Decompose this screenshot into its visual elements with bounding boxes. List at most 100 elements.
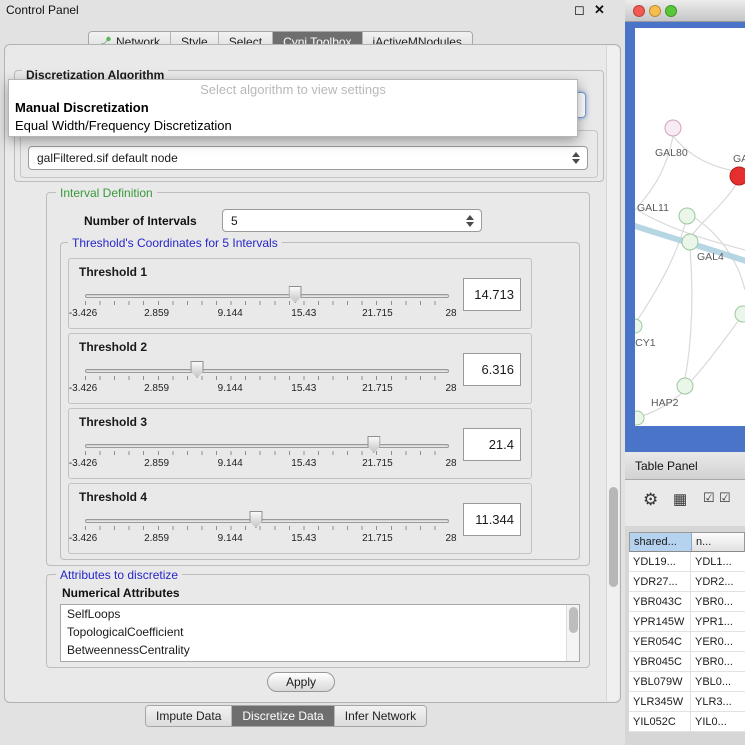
network-canvas[interactable]: GAL80 GA GAL11 GAL4 GCY1 HAP2 xyxy=(635,28,745,426)
threshold-4-label: Threshold 4 xyxy=(79,490,147,504)
column-header-name[interactable]: n... xyxy=(692,533,744,551)
network-view-frame: GAL80 GA GAL11 GAL4 GCY1 HAP2 xyxy=(625,22,745,452)
table-row[interactable]: YBL079WYBL0... xyxy=(629,672,745,692)
number-of-intervals-value: 5 xyxy=(231,214,238,228)
threshold-4-value-field[interactable]: 11.344 xyxy=(463,503,521,536)
table-cell[interactable]: YER054C xyxy=(629,632,691,651)
table-cell[interactable]: YIL0... xyxy=(691,712,745,731)
select-all-checkbox-icon[interactable]: ☑ xyxy=(703,490,715,506)
scale-label: 21.715 xyxy=(362,308,393,319)
threshold-1-slider[interactable] xyxy=(83,285,451,305)
scale-label: 2.859 xyxy=(144,533,169,544)
table-cell[interactable]: YIL052C xyxy=(629,712,691,731)
table-cell[interactable]: YPR145W xyxy=(629,612,691,631)
threshold-4-slider[interactable] xyxy=(83,510,451,530)
network-node[interactable] xyxy=(677,378,693,394)
scale-label: 9.144 xyxy=(218,458,243,469)
table-cell[interactable]: YDR27... xyxy=(629,572,691,591)
slider-ticks xyxy=(85,301,449,305)
threshold-2-slider[interactable] xyxy=(83,360,451,380)
gear-icon[interactable]: ⚙ xyxy=(643,490,658,510)
network-node[interactable] xyxy=(665,120,681,136)
table-cell[interactable]: YPR1... xyxy=(691,612,745,631)
close-panel-icon[interactable]: ✕ xyxy=(594,2,605,18)
window-minimize-icon[interactable] xyxy=(649,5,661,17)
table-cell[interactable]: YBR043C xyxy=(629,592,691,611)
tab-label: Impute Data xyxy=(156,709,221,723)
window-zoom-icon[interactable] xyxy=(665,5,677,17)
table-row[interactable]: YER054CYER0... xyxy=(629,632,745,652)
select-visible-checkbox-icon[interactable]: ☑ xyxy=(719,490,731,506)
network-node[interactable] xyxy=(735,306,745,322)
control-panel: Control Panel ◻ ✕ Network Style Select C… xyxy=(0,0,625,745)
list-item[interactable]: BetweennessCentrality xyxy=(61,641,579,659)
columns-icon[interactable]: ▦ xyxy=(673,490,687,508)
scale-label: -3.426 xyxy=(69,533,97,544)
network-node[interactable] xyxy=(635,411,644,425)
numerical-attributes-label: Numerical Attributes xyxy=(62,586,180,600)
threshold-2-value-field[interactable]: 6.316 xyxy=(463,353,521,386)
table-cell[interactable]: YBR0... xyxy=(691,592,745,611)
threshold-1-value-field[interactable]: 14.713 xyxy=(463,278,521,311)
table-data-combobox[interactable]: galFiltered.sif default node xyxy=(28,146,588,170)
table-row[interactable]: YDR27...YDR2... xyxy=(629,572,745,592)
table-row[interactable]: YBR045CYBR0... xyxy=(629,652,745,672)
network-node[interactable] xyxy=(635,319,642,333)
apply-button[interactable]: Apply xyxy=(267,672,335,692)
scale-label: 28 xyxy=(445,458,456,469)
table-cell[interactable]: YLR345W xyxy=(629,692,691,711)
tab-discretize-data[interactable]: Discretize Data xyxy=(232,706,334,726)
table-row[interactable]: YBR043CYBR0... xyxy=(629,592,745,612)
table-cell[interactable]: YBR0... xyxy=(691,652,745,671)
panel-scrollbar-thumb[interactable] xyxy=(609,487,618,587)
table-cell[interactable]: YBL0... xyxy=(691,672,745,691)
table-row[interactable]: YPR145WYPR1... xyxy=(629,612,745,632)
table-row[interactable]: YDL19...YDL1... xyxy=(629,552,745,572)
slider-ticks xyxy=(85,376,449,380)
network-window-titlebar xyxy=(625,0,745,22)
table-cell[interactable]: YER0... xyxy=(691,632,745,651)
threshold-3-slider[interactable] xyxy=(83,435,451,455)
network-graph: GAL80 GA GAL11 GAL4 GCY1 HAP2 xyxy=(635,28,745,426)
network-node[interactable] xyxy=(682,234,698,250)
scale-label: 21.715 xyxy=(362,533,393,544)
table-cell[interactable]: YBR045C xyxy=(629,652,691,671)
float-window-icon[interactable]: ◻ xyxy=(574,2,585,18)
list-item[interactable]: SelfLoops xyxy=(61,605,579,623)
scale-label: 15.43 xyxy=(291,383,316,394)
slider-track[interactable] xyxy=(85,369,449,373)
slider-track[interactable] xyxy=(85,294,449,298)
network-node[interactable] xyxy=(679,208,695,224)
table-cell[interactable]: YLR3... xyxy=(691,692,745,711)
list-scrollbar[interactable] xyxy=(566,605,579,661)
window-close-icon[interactable] xyxy=(633,5,645,17)
list-item[interactable]: TopologicalCoefficient xyxy=(61,623,579,641)
panel-scrollbar[interactable] xyxy=(606,46,619,701)
table-row[interactable]: YIL052CYIL0... xyxy=(629,712,745,732)
table-cell[interactable]: YDL19... xyxy=(629,552,691,571)
tab-impute-data[interactable]: Impute Data xyxy=(146,706,232,726)
number-of-intervals-combobox[interactable]: 5 xyxy=(222,209,482,232)
slider-ticks xyxy=(85,526,449,530)
scale-label: -3.426 xyxy=(69,308,97,319)
scale-label: 15.43 xyxy=(291,458,316,469)
slider-track[interactable] xyxy=(85,519,449,523)
table-row[interactable]: YLR345WYLR3... xyxy=(629,692,745,712)
combo-stepper-icon[interactable] xyxy=(463,213,477,229)
scale-label: -3.426 xyxy=(69,458,97,469)
scale-label: 9.144 xyxy=(218,533,243,544)
combo-stepper-icon[interactable] xyxy=(569,150,583,166)
dropdown-option-equal-width[interactable]: Equal Width/Frequency Discretization xyxy=(9,117,577,135)
tab-infer-network[interactable]: Infer Network xyxy=(335,706,426,726)
threshold-3-value-field[interactable]: 21.4 xyxy=(463,428,521,461)
scale-label: 21.715 xyxy=(362,383,393,394)
table-cell[interactable]: YDR2... xyxy=(691,572,745,591)
network-node-selected[interactable] xyxy=(730,167,745,185)
table-cell[interactable]: YBL079W xyxy=(629,672,691,691)
scale-label: -3.426 xyxy=(69,383,97,394)
list-scrollbar-thumb[interactable] xyxy=(569,607,578,633)
slider-track[interactable] xyxy=(85,444,449,448)
table-cell[interactable]: YDL1... xyxy=(691,552,745,571)
column-header-shared-name[interactable]: shared... xyxy=(630,533,692,551)
dropdown-option-manual[interactable]: Manual Discretization xyxy=(9,99,577,117)
